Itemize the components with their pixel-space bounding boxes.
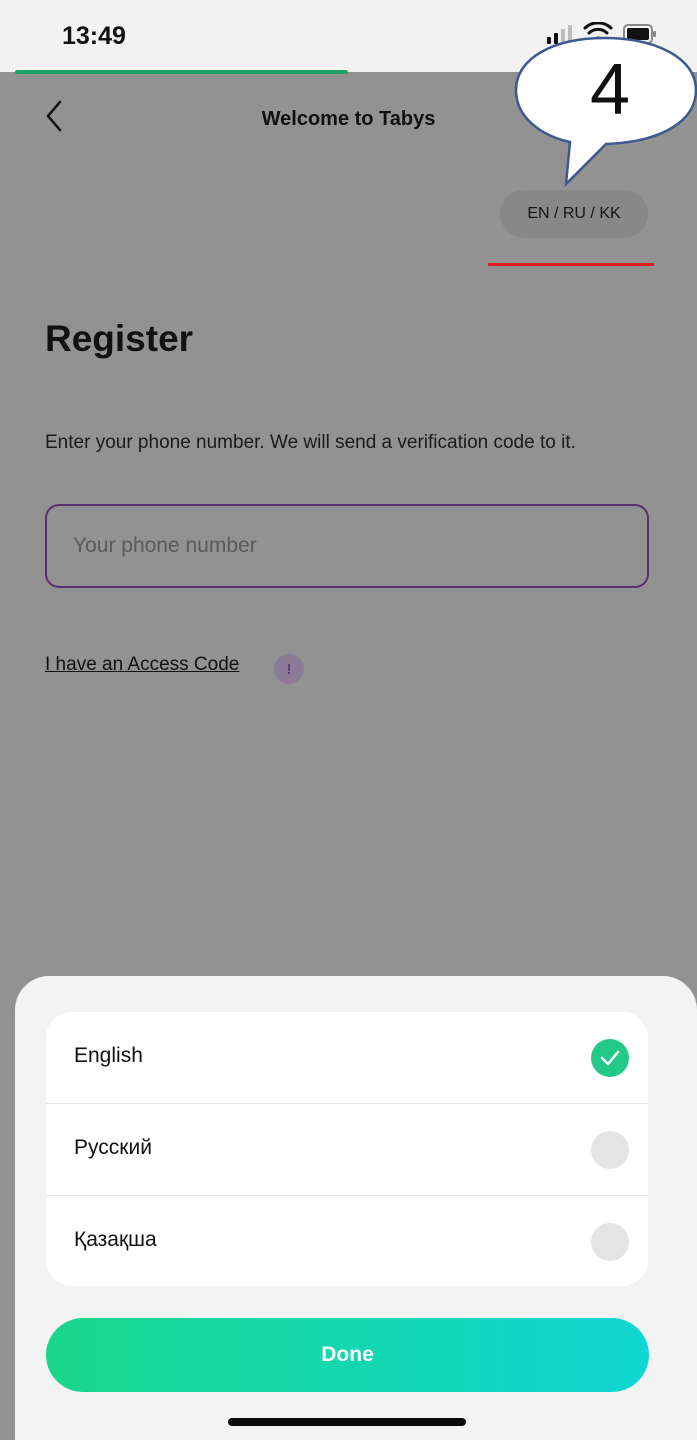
callout-number: 4 (589, 50, 631, 130)
registration-progress-bar (15, 70, 348, 74)
radio-unchecked-icon[interactable] (591, 1131, 629, 1169)
language-option-label: Қазақша (74, 1228, 157, 1251)
status-time: 13:49 (62, 22, 126, 50)
language-switch-button[interactable]: EN / RU / KK (500, 190, 648, 238)
access-code-link[interactable]: I have an Access Code (45, 654, 239, 676)
phone-number-input[interactable]: Your phone number (45, 504, 649, 588)
language-option-label: English (74, 1044, 143, 1067)
annotation-underline (488, 263, 654, 266)
radio-unchecked-icon[interactable] (591, 1223, 629, 1261)
language-option-english[interactable]: English (46, 1012, 648, 1104)
language-option-russian[interactable]: Русский (46, 1104, 648, 1196)
register-description: Enter your phone number. We will send a … (45, 432, 576, 453)
language-option-kazakh[interactable]: Қазақша (46, 1196, 648, 1286)
checkmark-icon[interactable] (591, 1039, 629, 1077)
language-options-list: English Русский Қазақша (46, 1012, 648, 1286)
home-indicator (228, 1418, 466, 1426)
language-option-label: Русский (74, 1136, 152, 1159)
access-code-info-icon[interactable]: ! (274, 654, 304, 684)
done-button[interactable]: Done (46, 1318, 649, 1392)
register-heading: Register (45, 318, 194, 359)
app-screen: 13:49 Welcome to Tabys EN / RU / KK 4 Re… (0, 0, 697, 1440)
